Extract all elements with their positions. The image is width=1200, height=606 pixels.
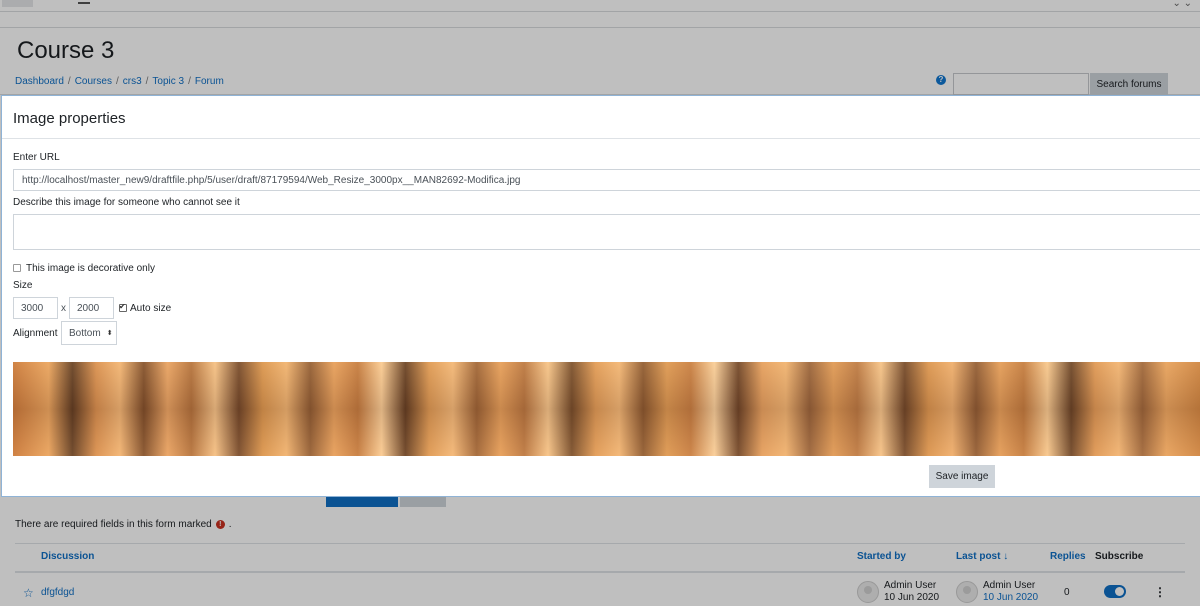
height-input[interactable]: 2000 — [69, 297, 114, 319]
select-arrows-icon: ⬍ — [106, 330, 113, 337]
decorative-checkbox[interactable] — [13, 264, 21, 272]
width-input[interactable]: 3000 — [13, 297, 58, 319]
alt-text-textarea[interactable] — [13, 214, 1200, 250]
image-preview — [13, 362, 1200, 456]
image-properties-dialog: Image properties Enter URL http://localh… — [1, 95, 1200, 497]
modal-header: Image properties — [2, 96, 1200, 139]
size-separator: x — [61, 303, 66, 314]
alt-text-label: Describe this image for someone who cann… — [13, 197, 240, 208]
auto-size-label: Auto size — [130, 303, 172, 314]
decorative-label: This image is decorative only — [26, 263, 155, 274]
save-image-button[interactable]: Save image — [929, 465, 995, 488]
auto-size-checkbox[interactable] — [119, 302, 127, 312]
url-label: Enter URL — [13, 152, 60, 163]
size-label: Size — [13, 280, 33, 291]
url-input[interactable]: http://localhost/master_new9/draftfile.p… — [13, 169, 1200, 191]
alignment-select[interactable]: Bottom ⬍ — [61, 321, 117, 345]
alignment-label: Alignment — [13, 328, 58, 339]
modal-title: Image properties — [13, 110, 126, 127]
alignment-selected-value: Bottom — [69, 327, 101, 339]
